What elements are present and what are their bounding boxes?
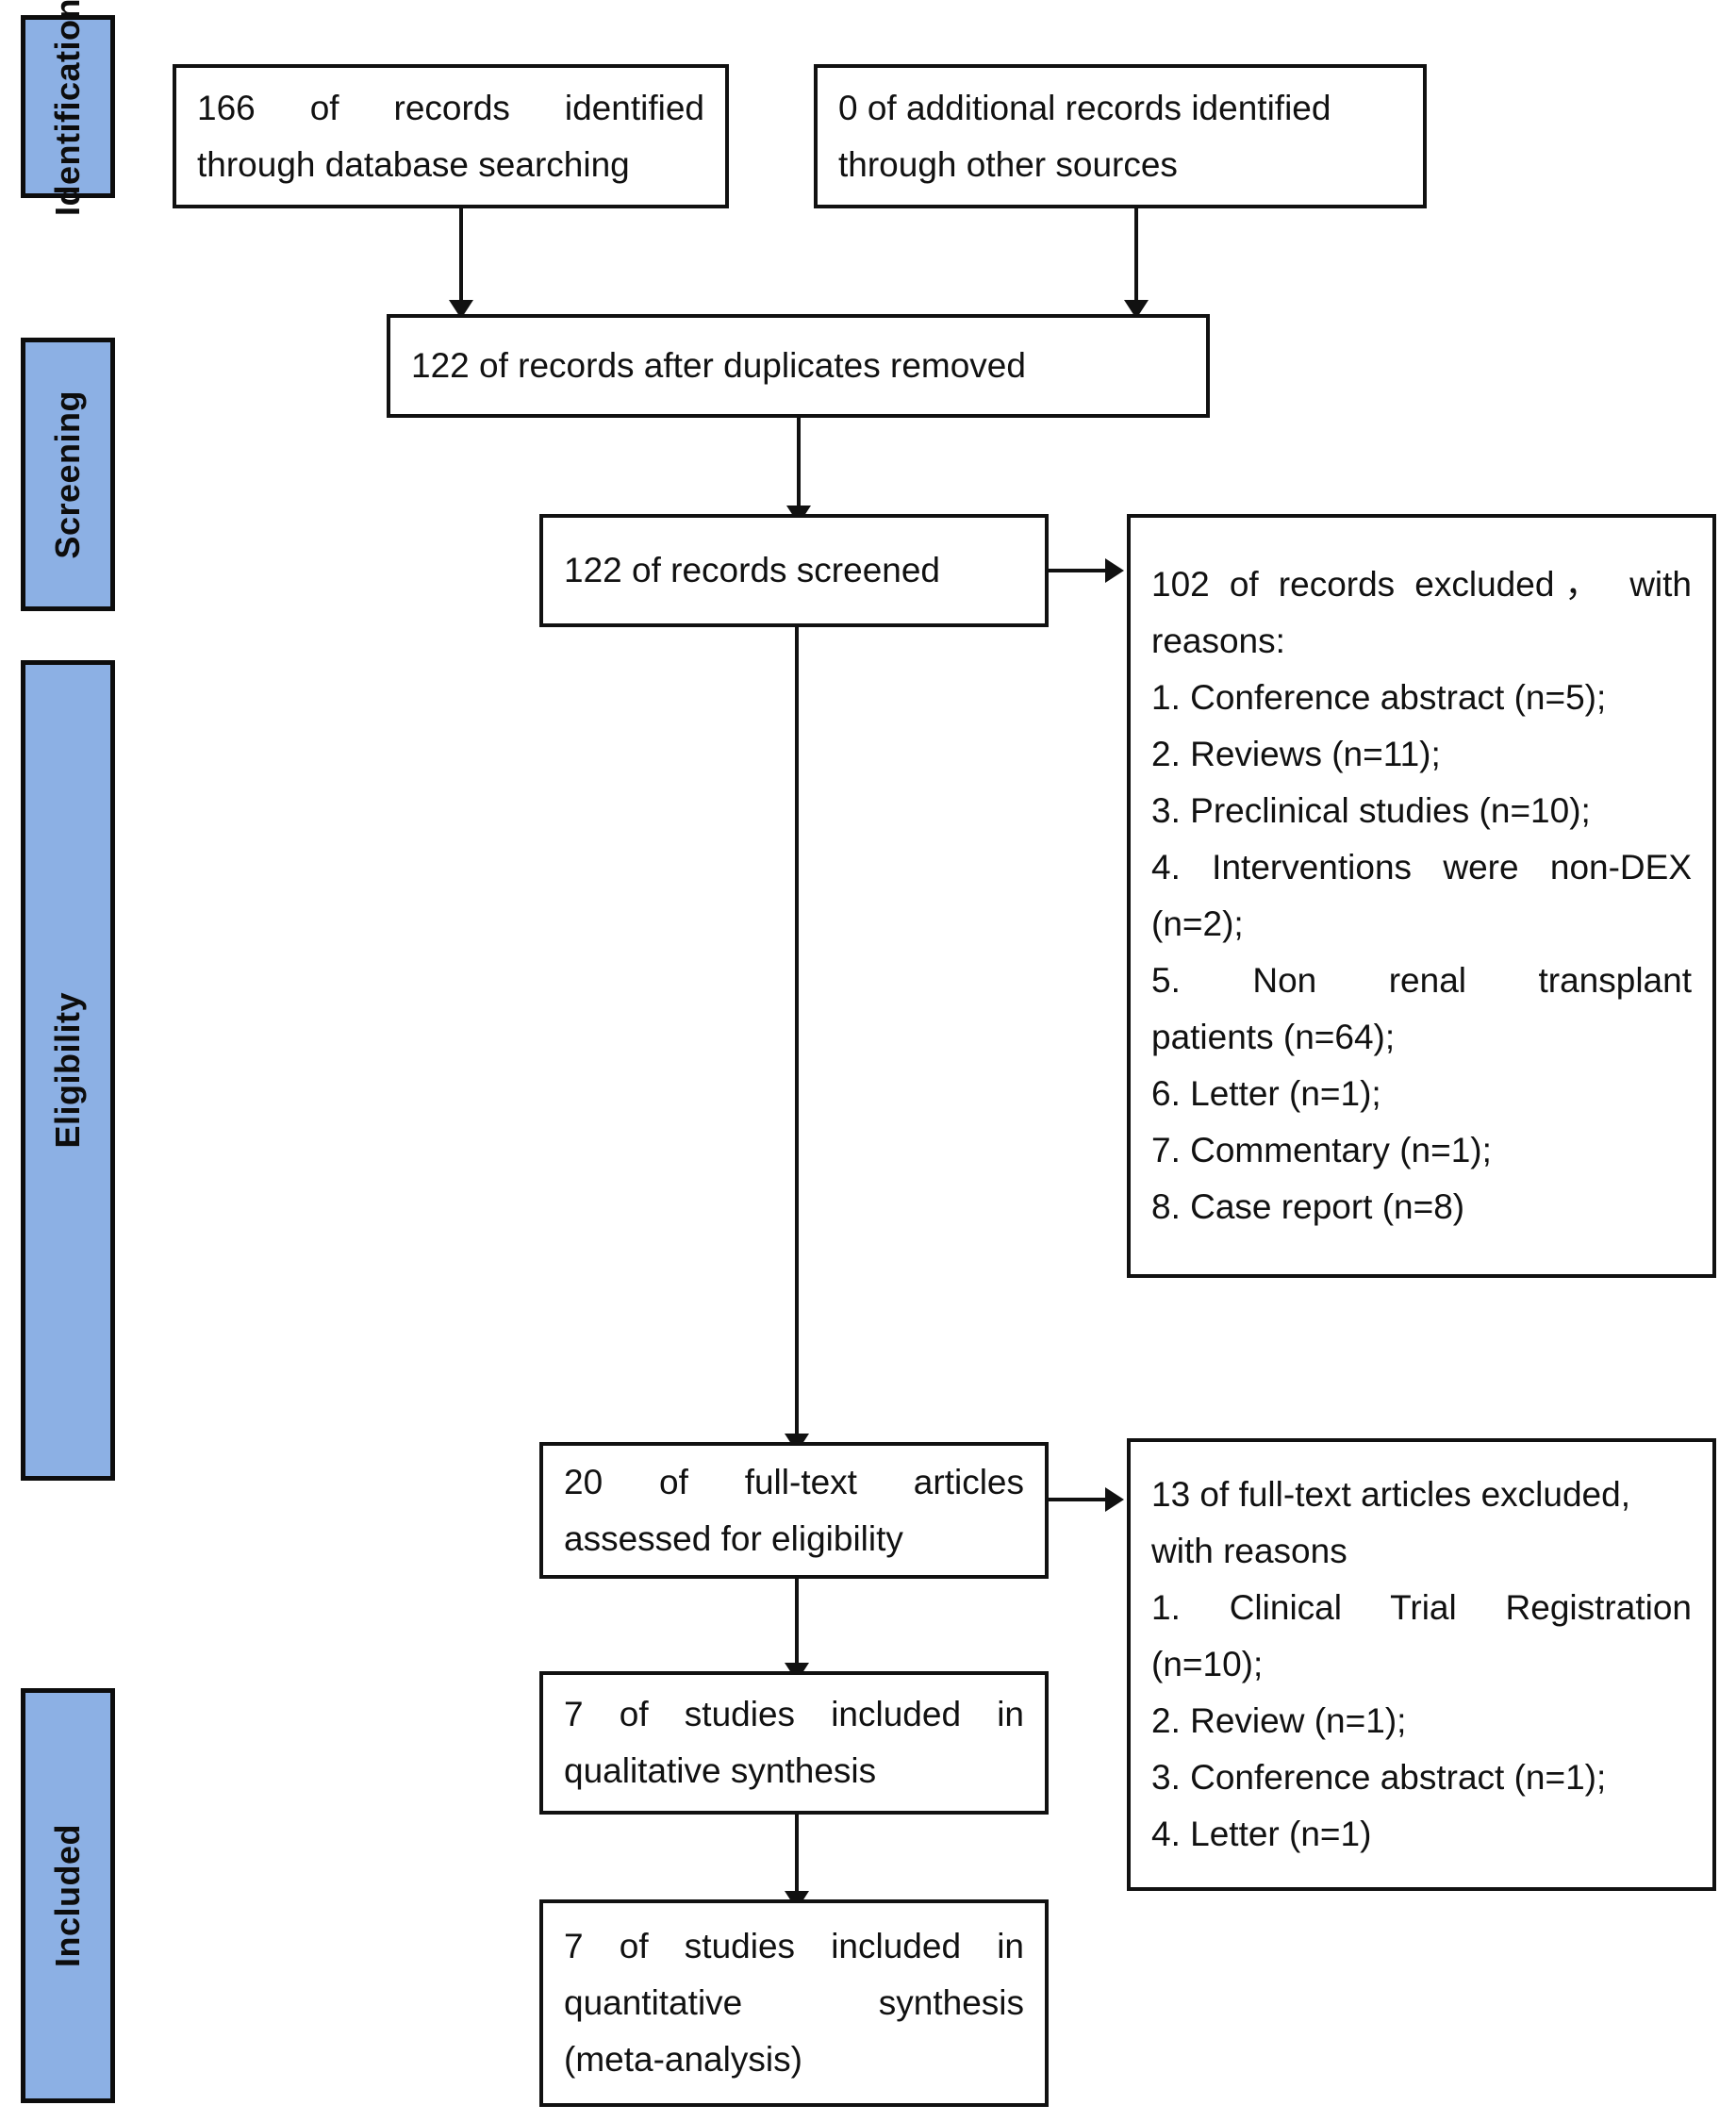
reason-item: 3. Conference abstract (n=1); <box>1151 1757 1607 1797</box>
reason-item: 1. Conference abstract (n=5); <box>1151 678 1607 718</box>
stage-band-identification: Identification <box>21 0 115 216</box>
connector-fulltext-to-excluded <box>1049 1498 1107 1501</box>
arrowhead-fulltext-to-excluded <box>1105 1487 1124 1512</box>
box-records-identified: 166 of records identified through databa… <box>173 64 729 208</box>
arrowhead-screened-to-excluded <box>1105 558 1124 583</box>
stage-band-eligibility: Eligibility <box>21 660 115 1481</box>
fulltext-excluded-reason-list: 1. Clinical Trial Registration (n=10); 2… <box>1151 1580 1692 1863</box>
quantitative-synthesis-line1: 7 of studies included in <box>564 1927 1024 1966</box>
reason-item: 1. Clinical Trial Registration <box>1151 1588 1692 1628</box>
reason-item: 2. Review (n=1); <box>1151 1700 1407 1740</box>
box-records-screened: 122 of records screened <box>539 514 1049 627</box>
box-fulltext-assessed: 20 of full-text articles assessed for el… <box>539 1442 1049 1579</box>
reason-item: 3. Preclinical studies (n=10); <box>1151 791 1591 831</box>
stage-band-screening: Screening <box>21 338 115 611</box>
connector-identified-to-duplicates <box>459 208 463 303</box>
reason-item: (n=10); <box>1151 1645 1264 1684</box>
fulltext-excluded-heading1: 13 of full-text articles excluded, <box>1151 1475 1630 1515</box>
reason-item: 7. Commentary (n=1); <box>1151 1130 1492 1169</box>
reason-item: patients (n=64); <box>1151 1017 1396 1056</box>
qualitative-synthesis-line2: qualitative synthesis <box>564 1751 877 1790</box>
connector-fulltext-to-qualitative <box>795 1579 799 1666</box>
reason-item: 5. Non renal transplant <box>1151 960 1692 1000</box>
duplicates-removed-line1: 122 of records after duplicates removed <box>411 346 1026 386</box>
connector-screened-to-fulltext <box>795 627 799 1436</box>
quantitative-synthesis-line3: (meta-analysis) <box>564 2039 802 2079</box>
fulltext-assessed-line1: 20 of full-text articles <box>564 1462 1024 1501</box>
connector-screened-to-excluded <box>1049 569 1107 572</box>
quantitative-synthesis-line2: quantitative synthesis <box>564 1983 1024 2023</box>
additional-records-line1: 0 of additional records identified <box>838 88 1331 127</box>
records-screened-line1: 122 of records screened <box>564 551 941 590</box>
qualitative-synthesis-line1: 7 of studies included in <box>564 1695 1024 1734</box>
box-additional-records: 0 of additional records identified throu… <box>814 64 1427 208</box>
box-fulltext-excluded: 13 of full-text articles excluded, with … <box>1127 1438 1716 1891</box>
records-identified-line2: through database searching <box>197 144 630 184</box>
stage-label-included: Included <box>48 1823 87 1967</box>
stage-label-identification: Identification <box>48 0 87 216</box>
connector-additional-to-duplicates <box>1134 208 1138 303</box>
prisma-flow-diagram: Identification Screening Eligibility Inc… <box>0 0 1736 2122</box>
reason-item: 2. Reviews (n=11); <box>1151 735 1441 774</box>
reason-item: 4. Letter (n=1) <box>1151 1814 1372 1853</box>
records-identified-line1: 166 of records identified <box>197 88 704 127</box>
fulltext-assessed-line2: assessed for eligibility <box>564 1518 903 1558</box>
connector-qualitative-to-quantitative <box>795 1815 799 1894</box>
connector-duplicates-to-screened <box>797 418 801 508</box>
additional-records-line2: through other sources <box>838 144 1178 184</box>
box-qualitative-synthesis: 7 of studies included in qualitative syn… <box>539 1671 1049 1815</box>
fulltext-excluded-heading2: with reasons <box>1151 1532 1347 1571</box>
reason-item: (n=2); <box>1151 904 1244 943</box>
records-excluded-heading1-with: with <box>1629 565 1693 605</box>
reason-item: 8. Case report (n=8) <box>1151 1186 1465 1226</box>
reason-item: 4. Interventions were non-DEX <box>1151 848 1692 887</box>
records-excluded-heading1-text: 102 of records excluded， <box>1151 565 1611 605</box>
reason-item: 6. Letter (n=1); <box>1151 1073 1381 1113</box>
stage-band-included: Included <box>21 1688 115 2103</box>
stage-label-eligibility: Eligibility <box>48 992 87 1149</box>
records-excluded-heading1: 102 of records excluded， with <box>1151 556 1692 613</box>
stage-label-screening: Screening <box>48 390 87 559</box>
records-excluded-reason-list: 1. Conference abstract (n=5); 2. Reviews… <box>1151 670 1692 1235</box>
box-records-excluded: 102 of records excluded， with reasons: 1… <box>1127 514 1716 1278</box>
box-duplicates-removed: 122 of records after duplicates removed <box>387 314 1210 418</box>
records-excluded-heading2: reasons: <box>1151 622 1285 661</box>
box-quantitative-synthesis: 7 of studies included in quantitative sy… <box>539 1899 1049 2107</box>
